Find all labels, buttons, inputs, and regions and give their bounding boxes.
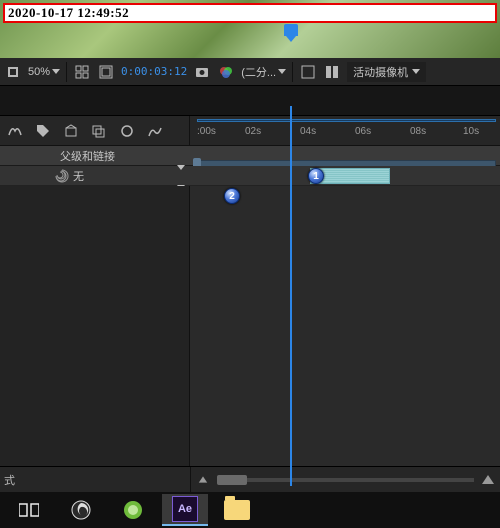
parent-dropdown[interactable] xyxy=(172,170,190,182)
chevron-down-icon xyxy=(412,69,420,74)
annotation-badge-2: 2 xyxy=(224,188,240,204)
current-timecode[interactable]: 0:00:03:12 xyxy=(121,65,187,78)
column-header-row: 父级和链接 xyxy=(0,146,500,166)
taskbar-app-browser[interactable] xyxy=(110,494,156,526)
ruler-tick: 02s xyxy=(245,126,261,137)
current-time-indicator[interactable] xyxy=(290,106,292,486)
ruler-tick: 10s xyxy=(463,126,479,137)
ruler-tick: :00s xyxy=(197,126,216,137)
box-icon[interactable] xyxy=(62,122,80,140)
mode-label: 式 xyxy=(4,472,15,488)
chevron-down-icon xyxy=(278,69,286,74)
timeline-footer: 式 xyxy=(0,466,500,492)
shy-icon[interactable] xyxy=(6,122,24,140)
snapshot-icon[interactable] xyxy=(193,63,211,81)
pickwhip-icon[interactable] xyxy=(55,169,69,183)
mask-icon[interactable] xyxy=(4,63,22,81)
panel-gap xyxy=(0,86,500,116)
chevron-down-icon xyxy=(52,69,60,74)
viewer-toolbar: 50% 0:00:03:12 (二分... 活动摄像机 xyxy=(0,58,500,86)
annotation-badge-1: 1 xyxy=(308,168,324,184)
column-splitter[interactable] xyxy=(189,116,190,145)
grid-icon[interactable] xyxy=(73,63,91,81)
channels-icon[interactable] xyxy=(217,63,235,81)
zoom-value: 50% xyxy=(28,66,50,78)
safe-zones-icon[interactable] xyxy=(97,63,115,81)
time-navigator[interactable] xyxy=(191,475,500,484)
taskbar-app-obs[interactable] xyxy=(58,494,104,526)
zoom-dropdown[interactable]: 50% xyxy=(28,66,60,78)
navigator-track[interactable] xyxy=(217,478,474,482)
timestamp-text: 2020-10-17 12:49:52 xyxy=(8,5,129,21)
navigator-thumb[interactable] xyxy=(217,475,247,485)
ruler-tick: 06s xyxy=(355,126,371,137)
attach-icon[interactable] xyxy=(118,122,136,140)
parent-link-header: 父级和链接 xyxy=(60,148,115,164)
timestamp-overlay: 2020-10-17 12:49:52 xyxy=(3,3,497,23)
parent-value[interactable]: 无 xyxy=(73,168,168,184)
ae-logo-icon: Ae xyxy=(172,496,198,522)
graph-icon[interactable] xyxy=(146,122,164,140)
task-view-button[interactable] xyxy=(6,494,52,526)
zoom-out-icon[interactable] xyxy=(199,476,207,482)
active-camera-dropdown[interactable]: 活动摄像机 xyxy=(347,62,426,82)
after-effects-panel: 50% 0:00:03:12 (二分... 活动摄像机 xyxy=(0,58,500,528)
cti-head[interactable] xyxy=(284,24,298,36)
taskbar-app-explorer[interactable] xyxy=(214,494,260,526)
region-icon[interactable] xyxy=(323,63,341,81)
layer-track[interactable]: 1 xyxy=(190,166,500,185)
windows-taskbar: Ae xyxy=(0,492,500,528)
ruler-tick: 08s xyxy=(410,126,426,137)
resolution-label: (二分... xyxy=(241,64,276,80)
timeline-header-row: :00s 02s 04s 06s 08s 10s xyxy=(0,116,500,146)
time-ruler[interactable]: :00s 02s 04s 06s 08s 10s xyxy=(195,116,500,146)
resolution-dropdown[interactable]: (二分... xyxy=(241,64,286,80)
tag-icon[interactable] xyxy=(34,122,52,140)
active-camera-label: 活动摄像机 xyxy=(353,64,408,80)
zoom-in-icon[interactable] xyxy=(482,475,494,484)
stack-icon[interactable] xyxy=(90,122,108,140)
folder-icon xyxy=(224,500,250,520)
transparency-grid-icon[interactable] xyxy=(299,63,317,81)
taskbar-app-after-effects[interactable]: Ae xyxy=(162,494,208,526)
timeline-body[interactable] xyxy=(0,186,500,466)
ruler-tick: 04s xyxy=(300,126,316,137)
layer-row[interactable]: 无 1 xyxy=(0,166,500,186)
